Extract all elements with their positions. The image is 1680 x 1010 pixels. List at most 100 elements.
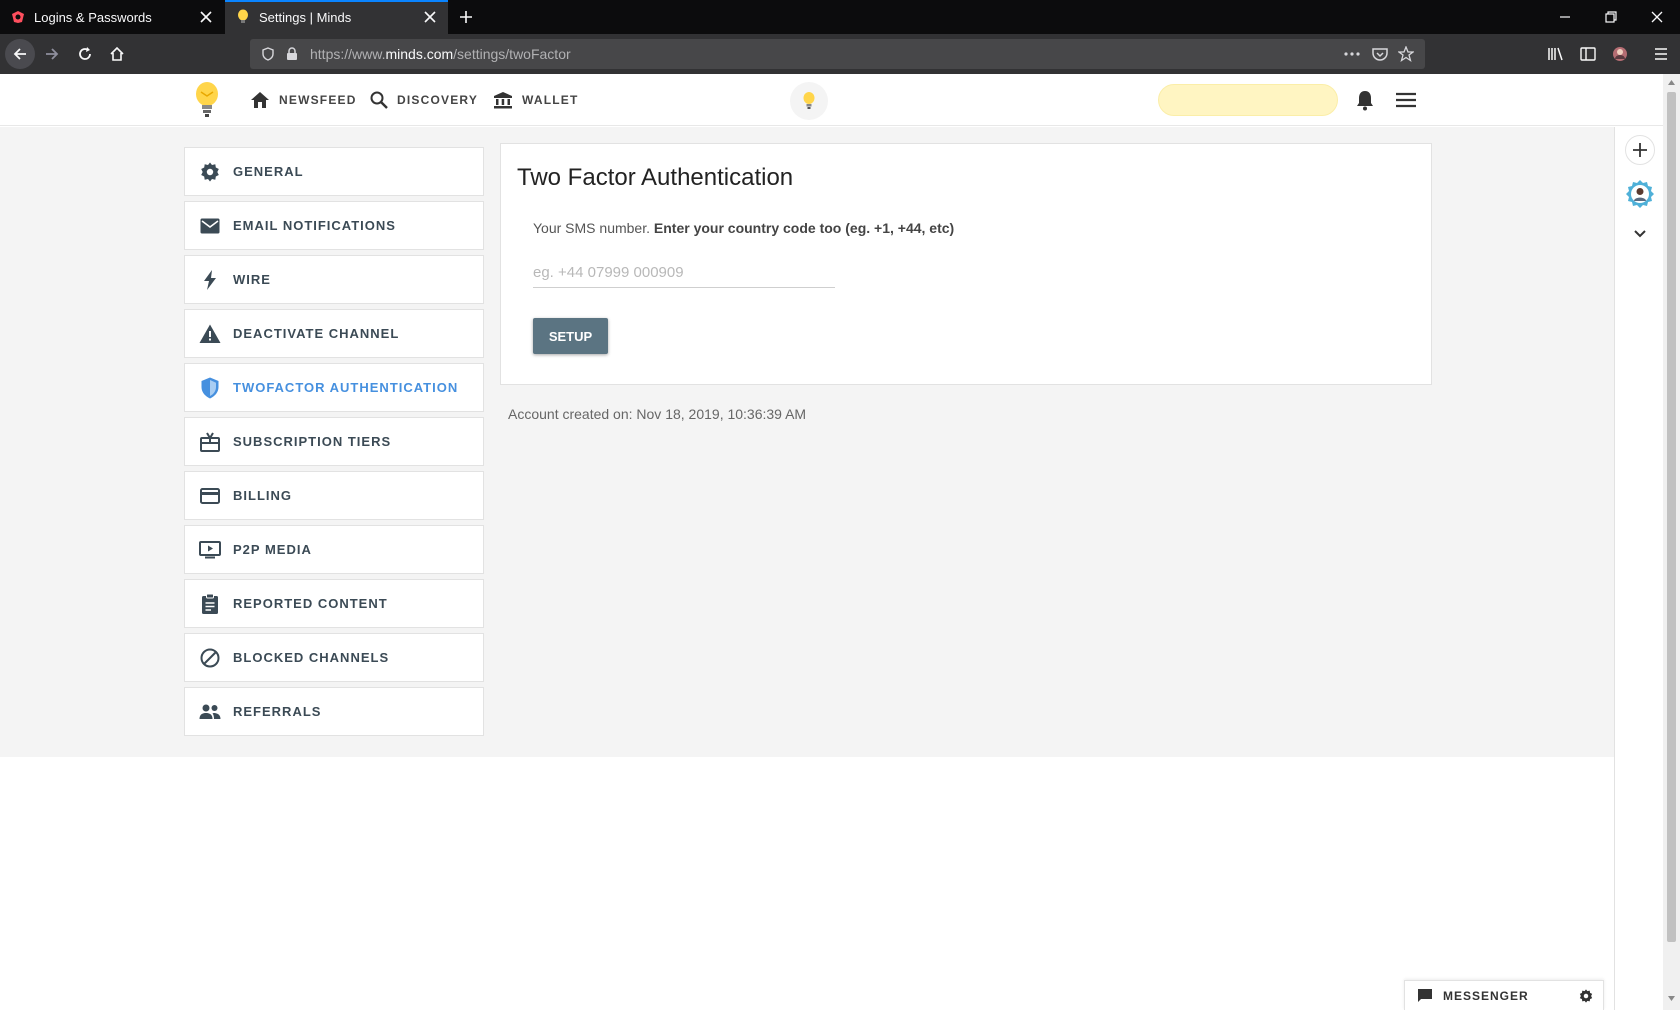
sidebar-item-referrals[interactable]: REFERRALS: [184, 687, 484, 736]
sidebar-item-wire[interactable]: WIRE: [184, 255, 484, 304]
sidebar-item-p2p-media[interactable]: P2P MEDIA: [184, 525, 484, 574]
lock-icon[interactable]: [282, 44, 302, 64]
setup-button[interactable]: SETUP: [533, 318, 608, 354]
browser-tab-settings[interactable]: Settings | Minds: [225, 0, 448, 34]
url-path: /settings/twoFactor: [453, 46, 571, 62]
url-domain: minds.com: [385, 46, 454, 62]
sidebar-item-email-notifications[interactable]: EMAIL NOTIFICATIONS: [184, 201, 484, 250]
minds-topbar: NEWSFEED DISCOVERY WALLET: [0, 74, 1663, 126]
scroll-down-arrow-icon[interactable]: [1667, 994, 1676, 1003]
account-avatar-icon[interactable]: [1610, 44, 1630, 64]
minds-bulb-icon: [235, 9, 251, 25]
url-prefix: https://www.: [310, 46, 386, 62]
account-created-text: Account created on: Nov 18, 2019, 10:36:…: [508, 406, 807, 422]
bookmark-star-icon[interactable]: [1396, 44, 1416, 64]
nav-discovery[interactable]: DISCOVERY: [370, 89, 478, 111]
address-bar[interactable]: https://www.minds.com/settings/twoFactor: [250, 39, 1425, 69]
tracking-shield-icon[interactable]: [258, 44, 278, 64]
url-text[interactable]: https://www.minds.com/settings/twoFactor: [310, 46, 571, 62]
settings-content: GENERAL EMAIL NOTIFICATIONS WIRE DEACTIV…: [0, 127, 1614, 757]
nav-newsfeed[interactable]: NEWSFEED: [250, 89, 357, 111]
page-title: Two Factor Authentication: [517, 164, 794, 191]
sidebar-item-label: P2P MEDIA: [233, 542, 312, 557]
web-page: NEWSFEED DISCOVERY WALLET GENERAL EMAIL …: [0, 74, 1663, 1010]
sidebar-item-deactivate-channel[interactable]: DEACTIVATE CHANNEL: [184, 309, 484, 358]
clipboard-icon: [198, 592, 222, 616]
sidebar-item-label: WIRE: [233, 272, 271, 287]
gift-icon: [198, 430, 222, 454]
minimize-icon[interactable]: [1542, 0, 1588, 34]
sidebar-toggle-icon[interactable]: [1578, 44, 1598, 64]
home-icon: [251, 92, 269, 108]
messenger-dock[interactable]: MESSENGER: [1404, 980, 1604, 1010]
sidebar-item-reported-content[interactable]: REPORTED CONTENT: [184, 579, 484, 628]
sidebar-item-blocked-channels[interactable]: BLOCKED CHANNELS: [184, 633, 484, 682]
sidebar-item-twofactor-authentication[interactable]: TWOFACTOR AUTHENTICATION: [184, 363, 484, 412]
phone-number-input[interactable]: [533, 258, 835, 288]
shield-icon: [198, 376, 222, 400]
sidebar-item-label: REFERRALS: [233, 704, 322, 719]
messenger-label: MESSENGER: [1443, 988, 1529, 1003]
sidebar-item-label: EMAIL NOTIFICATIONS: [233, 218, 396, 233]
credit-card-icon: [198, 484, 222, 508]
right-rail: [1614, 127, 1663, 1010]
sidebar-item-subscription-tiers[interactable]: SUBSCRIPTION TIERS: [184, 417, 484, 466]
search-icon: [370, 91, 388, 109]
nav-discovery-label: DISCOVERY: [397, 93, 479, 107]
sidebar-item-label: TWOFACTOR AUTHENTICATION: [233, 380, 459, 395]
tab-title: Logins & Passwords: [34, 9, 152, 25]
minds-bulb-icon[interactable]: [790, 82, 828, 120]
library-icon[interactable]: [1546, 44, 1566, 64]
sms-label: Your SMS number.: [533, 220, 650, 236]
sidebar-item-billing[interactable]: BILLING: [184, 471, 484, 520]
sidebar-item-label: REPORTED CONTENT: [233, 596, 388, 611]
tab-title: Settings | Minds: [259, 9, 352, 25]
bolt-icon: [198, 268, 222, 292]
gear-icon: [198, 160, 222, 184]
minds-logo-icon[interactable]: [192, 80, 222, 120]
new-tab-icon[interactable]: [455, 6, 477, 28]
reload-icon[interactable]: [70, 39, 100, 69]
video-icon: [198, 538, 222, 562]
restore-icon[interactable]: [1588, 0, 1634, 34]
bank-icon: [494, 92, 512, 109]
people-icon: [198, 700, 222, 724]
window-close-icon[interactable]: [1634, 0, 1680, 34]
nav-wallet-label: WALLET: [522, 93, 579, 107]
home-icon[interactable]: [102, 39, 132, 69]
more-actions-icon[interactable]: [1342, 44, 1362, 64]
search-bar[interactable]: [1158, 84, 1338, 116]
back-icon[interactable]: [5, 39, 35, 69]
scroll-up-arrow-icon[interactable]: [1667, 78, 1676, 87]
compose-plus-icon[interactable]: [1625, 135, 1655, 165]
mail-icon: [198, 214, 222, 238]
page-scrollbar[interactable]: [1663, 74, 1680, 1010]
app-menu-icon[interactable]: [1651, 44, 1671, 64]
sms-instructions: Your SMS number. Enter your country code…: [533, 220, 954, 236]
forward-icon[interactable]: [37, 39, 67, 69]
nav-wallet[interactable]: WALLET: [493, 89, 579, 111]
nav-newsfeed-label: NEWSFEED: [279, 93, 357, 107]
user-avatar[interactable]: [1625, 179, 1655, 209]
sidebar-item-general[interactable]: GENERAL: [184, 147, 484, 196]
pocket-icon[interactable]: [1370, 44, 1390, 64]
sidebar-item-label: SUBSCRIPTION TIERS: [233, 434, 392, 449]
notifications-bell-icon[interactable]: [1354, 89, 1376, 111]
warning-icon: [198, 322, 222, 346]
browser-tab-bar: Logins & Passwords Settings | Minds: [0, 0, 1680, 34]
block-icon: [198, 646, 222, 670]
sidebar-item-label: GENERAL: [233, 164, 304, 179]
close-icon[interactable]: [420, 7, 440, 27]
sms-hint: Enter your country code too (eg. +1, +44…: [653, 220, 955, 236]
sidebar-item-label: BLOCKED CHANNELS: [233, 650, 390, 665]
chevron-down-icon[interactable]: [1625, 219, 1655, 249]
lockwise-icon: [10, 9, 26, 25]
hamburger-menu-icon[interactable]: [1394, 89, 1418, 111]
browser-toolbar: https://www.minds.com/settings/twoFactor: [0, 34, 1680, 74]
browser-tab-logins[interactable]: Logins & Passwords: [0, 0, 224, 34]
scrollbar-thumb[interactable]: [1667, 92, 1676, 942]
twofactor-card: Two Factor Authentication Your SMS numbe…: [500, 143, 1432, 385]
chat-bubble-icon: [1418, 988, 1432, 1002]
close-icon[interactable]: [196, 7, 216, 27]
gear-icon[interactable]: [1579, 988, 1593, 1003]
